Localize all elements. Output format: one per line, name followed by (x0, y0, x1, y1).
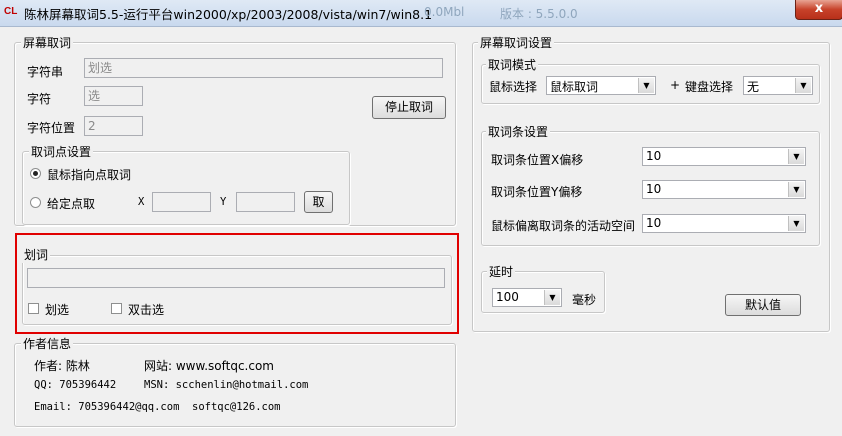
pick-point-button[interactable]: 取 (304, 191, 333, 213)
y-offset-label: 取词条位置Y偏移 (491, 185, 583, 199)
author-msn: MSN: scchenlin@hotmail.com (144, 379, 309, 391)
char-position-field[interactable]: 2 (84, 116, 143, 136)
string-field[interactable]: 划选 (84, 58, 443, 78)
stroke-field[interactable] (27, 268, 445, 288)
stroke-legend: 划词 (22, 246, 51, 263)
x-label: X (138, 196, 145, 208)
author-email-2: softqc@126.com (192, 401, 281, 413)
radio-given-point[interactable] (30, 197, 41, 208)
chevron-down-icon: ▼ (788, 182, 804, 197)
default-button[interactable]: 默认值 (725, 294, 801, 316)
x-offset-value: 10 (646, 149, 662, 163)
mode-legend: 取词模式 (486, 56, 539, 73)
plus-sign: + (670, 78, 681, 92)
keyboard-select-dropdown[interactable]: 无 ▼ (743, 76, 813, 95)
delay-value: 100 (496, 290, 519, 304)
close-button[interactable]: x (795, 0, 842, 20)
title-bar: CL 陈林屏幕取词5.5-运行平台win2000/xp/2003/2008/vi… (0, 0, 842, 27)
y-label: Y (220, 196, 227, 208)
close-icon: x (814, 1, 824, 16)
chevron-down-icon: ▼ (638, 78, 654, 93)
active-space-dropdown[interactable]: 10 ▼ (642, 214, 806, 233)
title-version-text: 版本 : 5.5.0.0 (500, 7, 578, 21)
author-name: 作者: 陈林 (34, 359, 90, 373)
char-field[interactable]: 选 (84, 86, 143, 106)
active-space-value: 10 (646, 216, 662, 230)
keyboard-select-label: 键盘选择 (685, 80, 734, 94)
delay-legend: 延时 (487, 263, 516, 280)
capture-legend: 屏幕取词 (21, 34, 74, 51)
y-field[interactable] (236, 192, 295, 212)
checkbox-stroke-select-label: 划选 (45, 303, 70, 317)
bar-legend: 取词条设置 (486, 123, 551, 140)
x-offset-dropdown[interactable]: 10 ▼ (642, 147, 806, 166)
checkbox-double-click-label: 双击选 (128, 303, 165, 317)
point-legend: 取词点设置 (29, 143, 94, 160)
y-offset-dropdown[interactable]: 10 ▼ (642, 180, 806, 199)
stop-capture-button[interactable]: 停止取词 (372, 96, 446, 119)
string-label: 字符串 (27, 65, 64, 79)
settings-legend: 屏幕取词设置 (478, 34, 555, 51)
x-field[interactable] (152, 192, 211, 212)
y-offset-value: 10 (646, 182, 662, 196)
author-website: 网站: www.softqc.com (144, 359, 274, 373)
mouse-select-dropdown[interactable]: 鼠标取词 ▼ (546, 76, 656, 95)
radio-given-label: 给定点取 (47, 197, 96, 211)
char-label: 字符 (27, 92, 52, 106)
char-position-label: 字符位置 (27, 121, 76, 135)
author-email: Email: 705396442@qq.com (34, 401, 180, 413)
chevron-down-icon: ▼ (788, 216, 804, 231)
radio-pointer-label: 鼠标指向点取词 (47, 168, 132, 182)
chevron-down-icon: ▼ (795, 78, 811, 93)
author-legend: 作者信息 (21, 335, 74, 352)
app-icon: CL (4, 6, 18, 17)
checkbox-stroke-select[interactable] (28, 303, 39, 314)
delay-dropdown[interactable]: 100 ▼ (492, 288, 562, 307)
radio-pointer[interactable] (30, 168, 41, 179)
delay-unit: 毫秒 (572, 293, 597, 307)
title-ghost-text: 0.0Mbl (424, 5, 465, 19)
stroke-group (22, 255, 452, 325)
point-group (22, 151, 350, 225)
keyboard-select-value: 无 (747, 80, 760, 94)
window-title: 陈林屏幕取词5.5-运行平台win2000/xp/2003/2008/vista… (24, 7, 433, 22)
x-offset-label: 取词条位置X偏移 (491, 153, 584, 167)
mouse-select-label: 鼠标选择 (489, 80, 538, 94)
chevron-down-icon: ▼ (788, 149, 804, 164)
mouse-select-value: 鼠标取词 (550, 80, 599, 94)
active-space-label: 鼠标偏离取词条的活动空间 (491, 219, 636, 233)
chevron-down-icon: ▼ (544, 290, 560, 305)
author-qq: QQ: 705396442 (34, 379, 117, 391)
checkbox-double-click[interactable] (111, 303, 122, 314)
